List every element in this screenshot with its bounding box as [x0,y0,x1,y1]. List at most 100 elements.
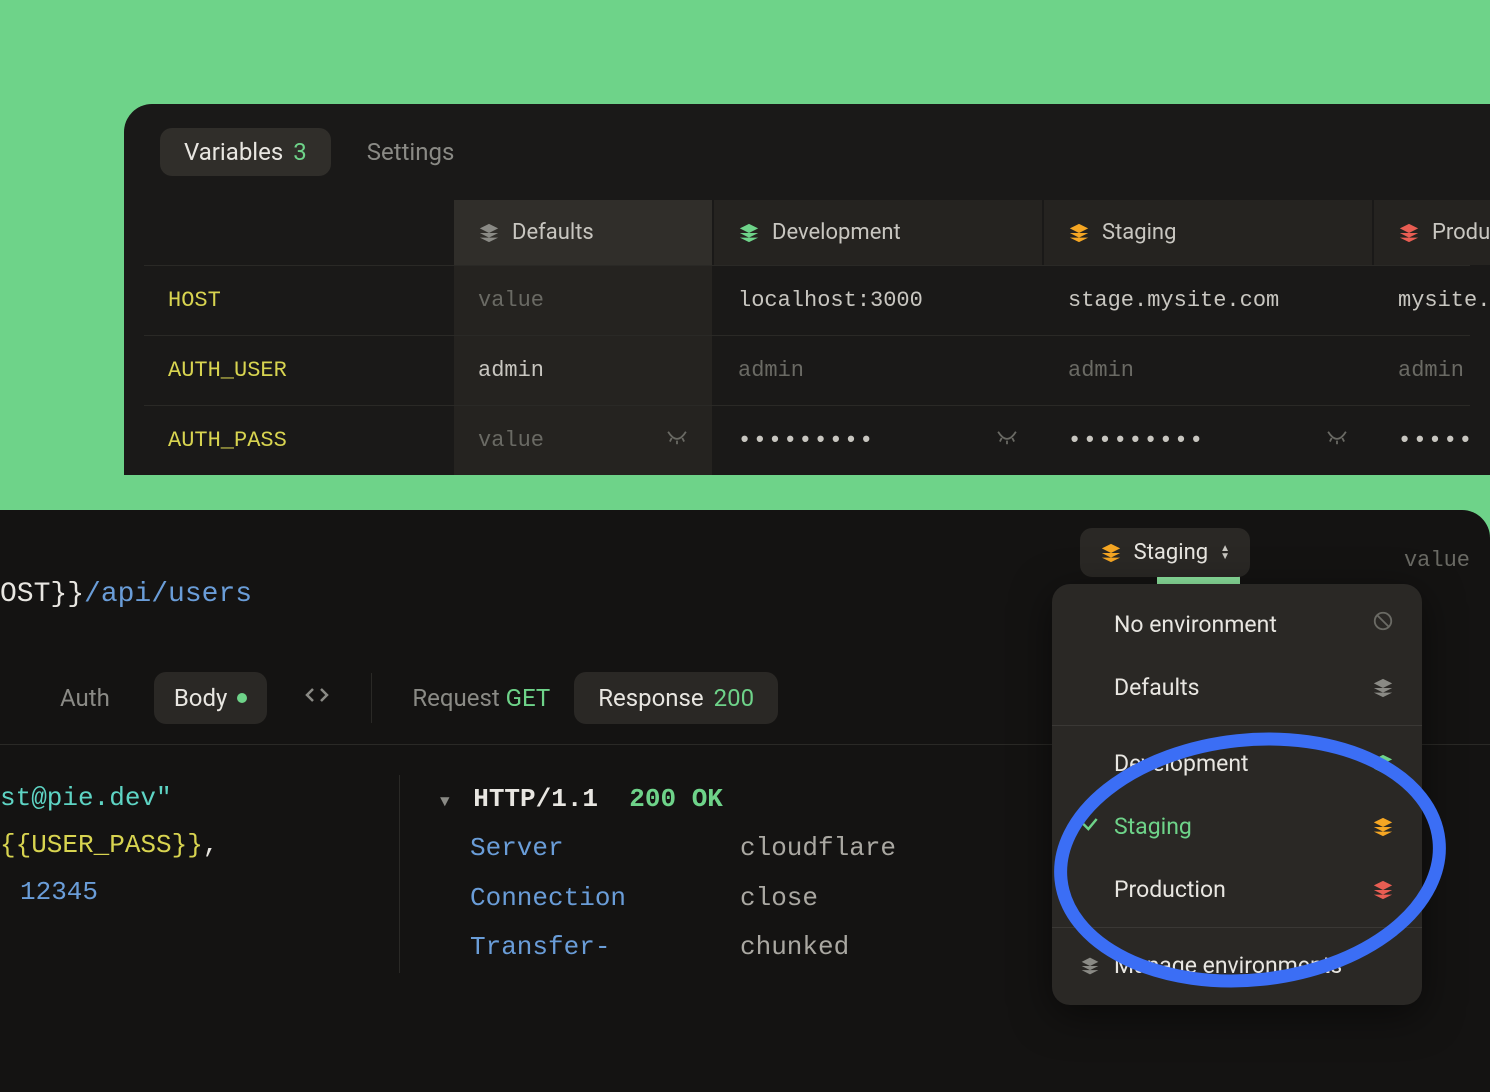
cell-text: ••••• [1398,428,1474,453]
cell-text: ••••••••• [738,428,875,453]
var-key-authpass[interactable]: AUTH_PASS [144,406,454,475]
header-production-label: Producti [1432,220,1490,245]
dropdown-item-no-env[interactable]: No environment [1052,592,1422,656]
layers-icon [1372,879,1394,901]
layers-icon [1398,222,1420,244]
request-label[interactable]: Request GET [412,684,550,712]
code-suffix: , [203,830,219,860]
code-line: {{USER_PASS}}, [0,822,399,869]
eye-hidden-icon[interactable] [666,428,688,453]
tabs-header: Variables 3 Settings [124,128,1490,200]
tab-variables-label: Variables [184,138,283,166]
header-staging-label: Staging [1102,220,1176,245]
header-defaults[interactable]: Defaults [454,200,714,265]
request-text: Request [412,684,499,712]
layers-icon [1068,222,1090,244]
dropdown-item-staging[interactable]: Staging [1052,795,1422,858]
layers-icon [1080,955,1100,977]
status-code: 200 [629,784,676,814]
subtab-body[interactable]: Body [154,672,268,724]
environment-selector-button[interactable]: Staging ▲▼ [1080,528,1250,577]
tab-variables[interactable]: Variables 3 [160,128,331,176]
subtab-body-label: Body [174,684,228,712]
code-line: st@pie.dev" [0,775,399,822]
divider [371,673,372,723]
layers-icon [1100,542,1122,564]
var-authpass-dev[interactable]: ••••••••• [714,406,1044,475]
cell-text: value [478,428,544,453]
header-development[interactable]: Development [714,200,1044,265]
sort-arrows-icon: ▲▼ [1220,545,1230,561]
header-staging[interactable]: Staging [1044,200,1374,265]
status-dot-icon [237,693,247,703]
request-body-code[interactable]: st@pie.dev" {{USER_PASS}}, 12345 [0,775,400,973]
dropdown-separator [1052,927,1422,928]
environment-selector-label: Staging [1134,540,1208,565]
dropdown-item-defaults[interactable]: Defaults [1052,656,1422,719]
url-path: /api/users [84,579,252,610]
dropdown-item-label: Production [1114,876,1226,903]
request-method: GET [506,684,551,712]
code-variable: {{USER_PASS}} [0,830,203,860]
var-host-prod[interactable]: mysite.c [1374,266,1490,335]
url-input[interactable]: OST}}/api/users [0,579,252,610]
value-placeholder-text[interactable]: value [1404,548,1470,573]
layers-icon [1372,816,1394,838]
var-key-authuser[interactable]: AUTH_USER [144,336,454,405]
tab-variables-count: 3 [293,138,307,166]
dropdown-separator [1052,725,1422,726]
variables-table: Defaults Development Staging Producti [124,200,1490,475]
eye-hidden-icon[interactable] [996,428,1018,453]
var-authuser-default[interactable]: admin [454,336,714,405]
header-defaults-label: Defaults [512,220,594,245]
dropdown-item-label: Development [1114,750,1249,777]
var-authuser-dev[interactable]: admin [714,336,1044,405]
tab-settings[interactable]: Settings [355,128,467,176]
var-authuser-staging[interactable]: admin [1044,336,1374,405]
response-status-code: 200 [714,684,754,712]
var-authpass-prod[interactable]: ••••• [1374,406,1490,475]
code-line: 12345 [0,869,399,916]
response-pill[interactable]: Response 200 [574,672,778,724]
code-icon[interactable] [303,685,331,711]
var-host-default[interactable]: value [454,266,714,335]
header-key-column [144,200,454,265]
eye-hidden-icon[interactable] [1326,428,1348,453]
header-production[interactable]: Producti [1374,200,1490,265]
dropdown-item-label: Staging [1114,813,1192,840]
var-authpass-default[interactable]: value [454,406,714,475]
var-key-host[interactable]: HOST [144,266,454,335]
response-text: Response [598,684,703,712]
var-host-dev[interactable]: localhost:3000 [714,266,1044,335]
url-variable-fragment: OST}} [0,579,84,610]
variables-panel: Variables 3 Settings Defaults Developmen… [124,104,1490,475]
var-authpass-staging[interactable]: ••••••••• [1044,406,1374,475]
environment-dropdown: No environment Defaults Development Stag… [1052,584,1422,1005]
var-host-staging[interactable]: stage.mysite.com [1044,266,1374,335]
layers-icon [738,222,760,244]
dropdown-item-production[interactable]: Production [1052,858,1422,921]
status-text: OK [692,784,723,814]
table-header-row: Defaults Development Staging Producti [144,200,1470,265]
var-authuser-prod[interactable]: admin [1374,336,1488,405]
table-row: HOST value localhost:3000 stage.mysite.c… [144,265,1470,335]
check-icon [1080,813,1100,840]
table-row: AUTH_USER admin admin admin admin [144,335,1470,405]
http-version: HTTP/1.1 [473,784,598,814]
layers-icon [1372,753,1394,775]
triangle-down-icon[interactable]: ▼ [440,793,450,811]
dropdown-item-label: No environment [1114,611,1277,638]
dropdown-item-development[interactable]: Development [1052,732,1422,795]
cell-text: ••••••••• [1068,428,1205,453]
dropdown-item-label: Defaults [1114,674,1199,701]
table-row: AUTH_PASS value ••••••••• ••••••••• [144,405,1470,475]
subtab-auth[interactable]: Auth [40,672,130,724]
dropdown-item-manage[interactable]: Manage environments [1052,934,1422,997]
header-name: Server [440,824,740,873]
header-name: Connection [440,874,740,923]
header-name: Transfer- [440,923,740,972]
dropdown-item-label: Manage environments [1114,952,1342,979]
layers-icon [478,222,500,244]
header-development-label: Development [772,220,901,245]
ban-icon [1372,610,1394,638]
